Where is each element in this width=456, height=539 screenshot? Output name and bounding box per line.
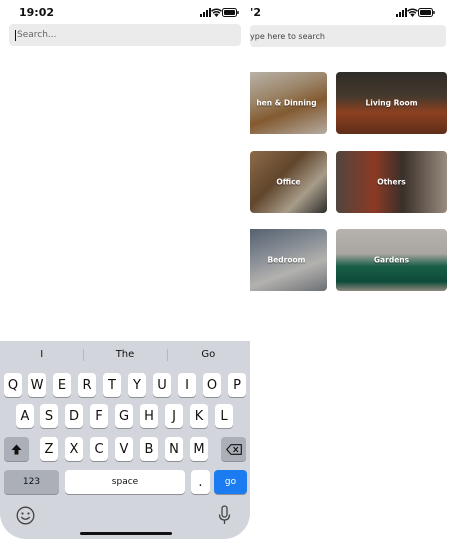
space-key[interactable]: space [65,470,185,494]
status-icons [200,0,239,24]
key[interactable]: S [40,404,58,428]
key[interactable]: X [65,437,83,461]
key[interactable]: L [215,404,233,428]
key[interactable]: C [90,437,108,461]
key[interactable]: N [165,437,183,461]
category-label: Living Room [365,98,418,108]
key[interactable]: A [16,404,34,428]
key[interactable]: B [140,437,158,461]
search-input[interactable]: ype here to search [250,25,446,47]
shift-key[interactable] [4,437,29,461]
key[interactable]: F [90,404,108,428]
home-indicator [80,532,172,535]
suggestion-item[interactable]: Go [166,341,250,369]
category-card-gardens[interactable]: Gardens [336,229,447,291]
search-screen: 19:02 Search... I The Go Q W E R T Y U I… [0,0,250,539]
backspace-key[interactable] [221,437,246,461]
key[interactable]: W [28,373,46,397]
search-placeholder: ype here to search [250,31,325,41]
key[interactable]: H [140,404,158,428]
microphone-icon[interactable] [218,505,231,530]
go-key[interactable]: go [214,470,247,494]
key[interactable]: T [103,373,121,397]
key[interactable]: D [65,404,83,428]
backspace-icon [225,443,242,455]
text-cursor [15,29,16,41]
category-card-office[interactable]: Office [250,151,327,213]
category-label: hen & Dinning [256,98,317,108]
category-card-others[interactable]: Others [336,151,447,213]
search-input[interactable]: Search... [9,24,241,46]
key[interactable]: K [190,404,208,428]
emoji-icon[interactable] [16,506,35,530]
wifi-icon [407,8,418,17]
battery-icon [222,7,239,17]
wifi-icon [211,8,222,17]
cellular-signal-icon [200,7,211,17]
suggestion-item[interactable]: The [83,341,166,369]
key[interactable]: O [203,373,221,397]
key[interactable]: J [165,404,183,428]
key[interactable]: P [228,373,246,397]
category-card-kitchen[interactable]: hen & Dinning [250,72,327,134]
status-bar: '2 [250,0,261,24]
category-label: Gardens [373,255,410,265]
key[interactable]: G [115,404,133,428]
key[interactable]: Q [4,373,22,397]
key[interactable]: Y [128,373,146,397]
key[interactable]: M [190,437,208,461]
status-time: '2 [250,5,262,19]
period-key[interactable]: . [191,470,210,494]
status-time: 19:02 [19,5,55,19]
category-card-living-room[interactable]: Living Room [336,72,447,134]
key[interactable]: I [178,373,196,397]
key[interactable]: V [115,437,133,461]
shift-arrow-icon [11,444,22,454]
category-label: Others [377,177,406,187]
key[interactable]: Z [40,437,58,461]
suggestion-bar: I The Go [0,341,250,369]
search-placeholder: Search... [17,30,57,40]
cellular-signal-icon [396,7,407,17]
numbers-key[interactable]: 123 [4,470,59,494]
category-label: Office [276,177,301,187]
key[interactable]: E [53,373,71,397]
on-screen-keyboard: I The Go Q W E R T Y U I O P A S D F G H… [0,341,250,539]
status-icons [396,0,435,24]
key[interactable]: U [153,373,171,397]
categories-screen: '2 ype here to search hen & Dinning Livi… [250,0,456,539]
status-bar: 19:02 [19,0,54,24]
battery-icon [418,7,435,17]
suggestion-item[interactable]: I [0,341,83,369]
category-label: Bedroom [267,255,306,265]
category-card-bedroom[interactable]: Bedroom [250,229,327,291]
key[interactable]: R [78,373,96,397]
